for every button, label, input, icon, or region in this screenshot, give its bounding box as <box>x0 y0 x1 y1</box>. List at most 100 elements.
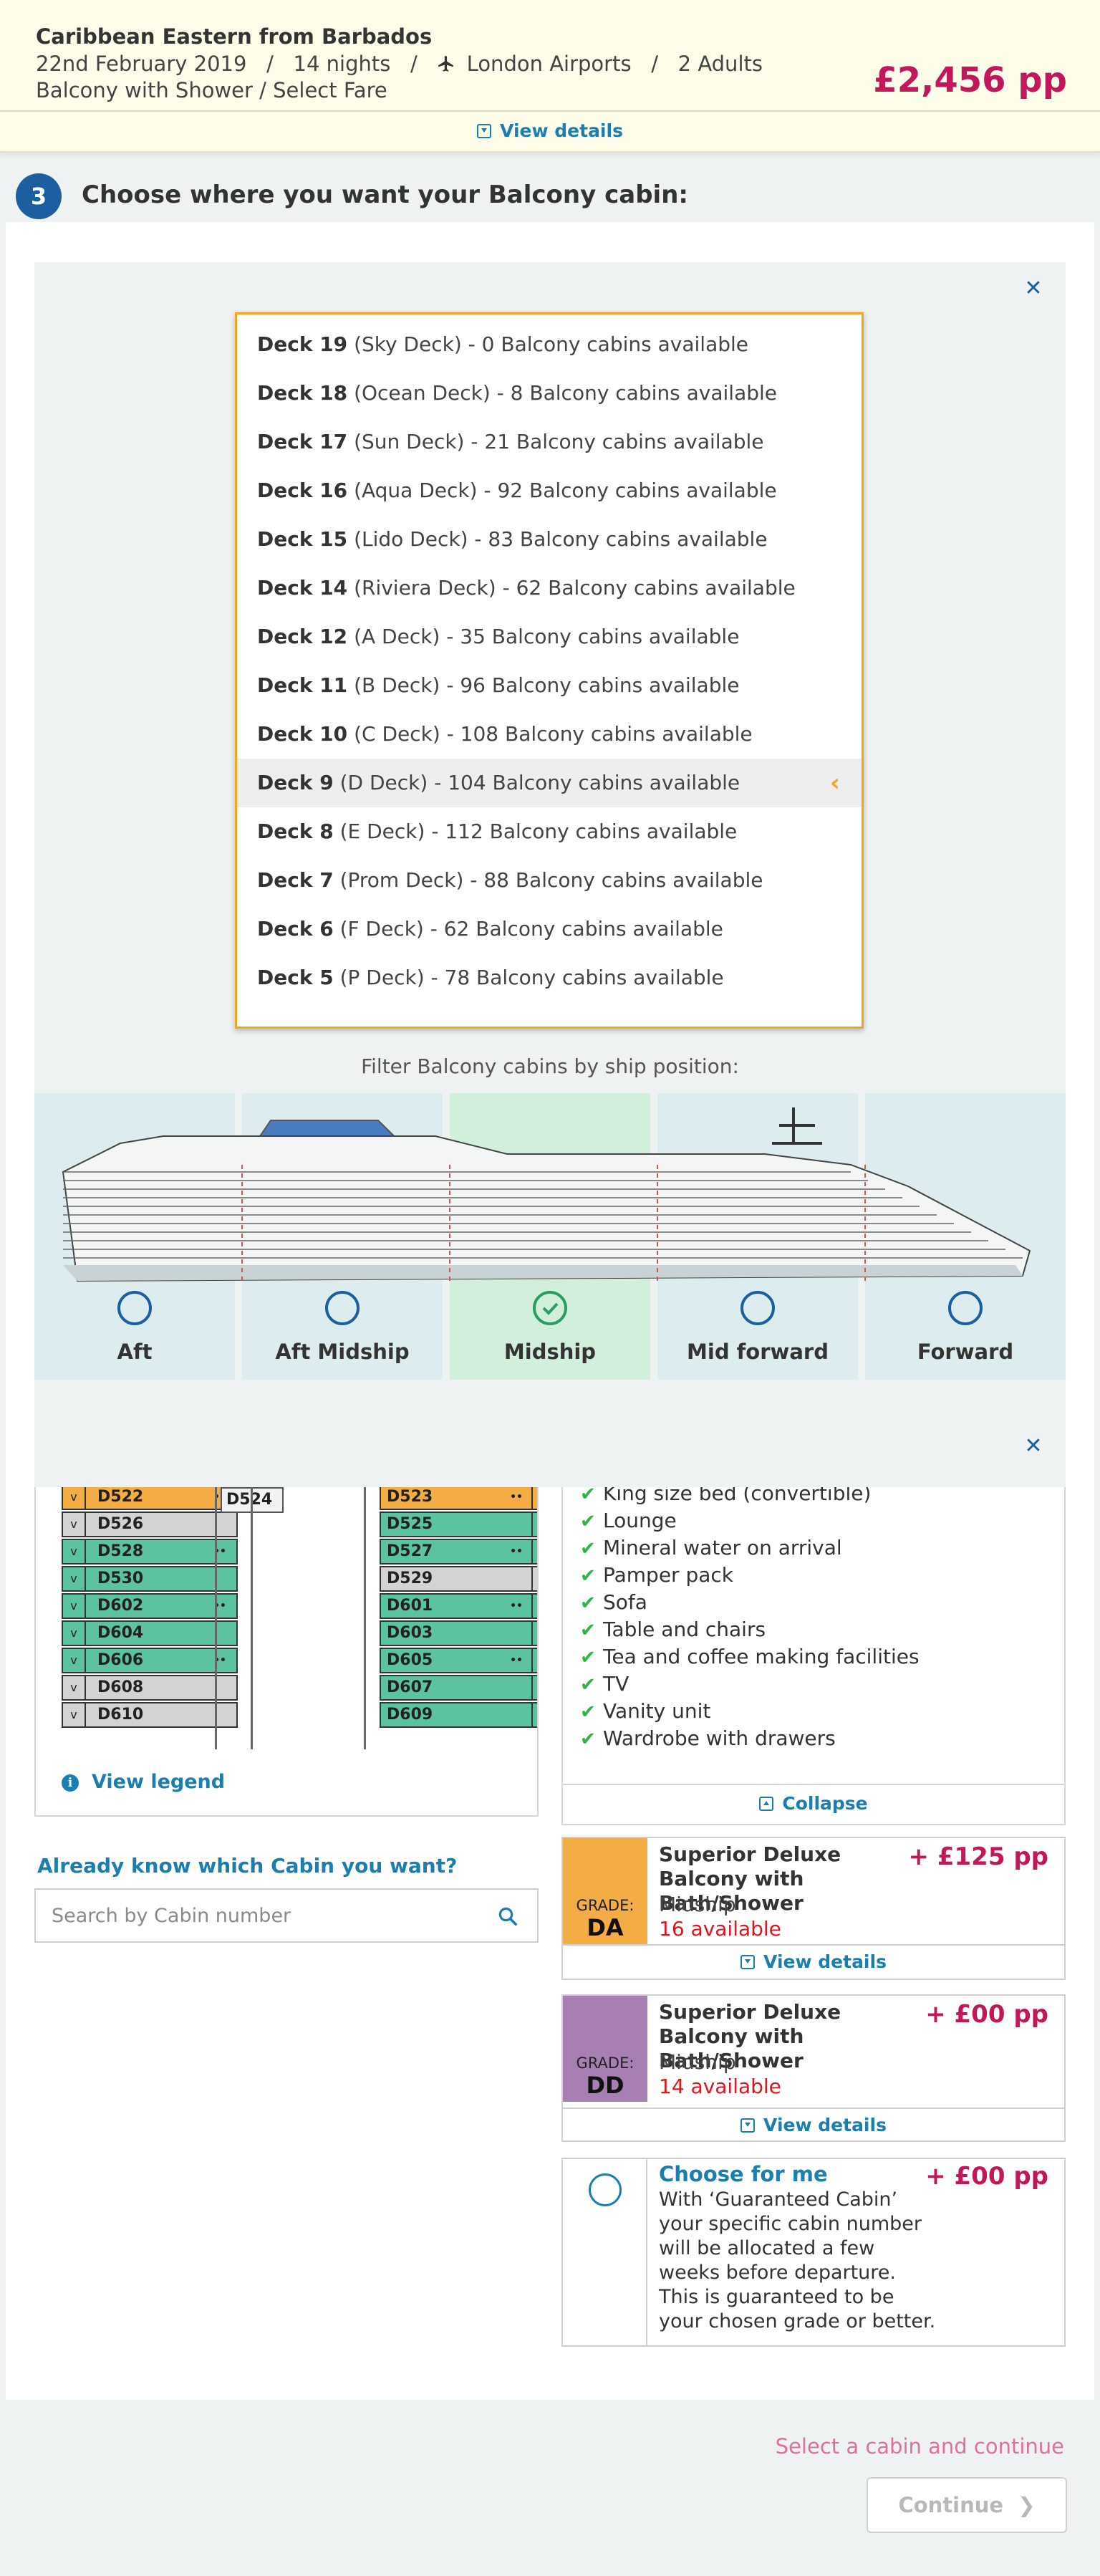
deck-number: Deck 12 <box>257 625 348 648</box>
deck-option[interactable]: Deck 15 (Lido Deck) - 83 Balcony cabins … <box>237 515 862 564</box>
cabin-d607[interactable]: v D607 <box>380 1675 537 1701</box>
deck-option[interactable]: Deck 19 (Sky Deck) - 0 Balcony cabins av… <box>237 320 862 369</box>
view-legend-link[interactable]: i View legend <box>62 1771 225 1793</box>
deck-option[interactable]: Deck 18 (Ocean Deck) - 8 Balcony cabins … <box>237 369 862 418</box>
feature-item: ✔ Vanity unit <box>580 1698 925 1725</box>
grade-details-label: View details <box>763 2115 887 2135</box>
grade-price: + £125 pp <box>908 1842 1048 1871</box>
cabin-number: D530 <box>97 1570 144 1587</box>
cabin-d610[interactable]: v D610 <box>62 1702 238 1728</box>
cabin-d609[interactable]: v D609 <box>380 1702 537 1728</box>
check-icon: ✔ <box>580 1729 596 1750</box>
cabin-view-marker: v <box>531 1703 537 1726</box>
feature-label: Wardrobe with drawers <box>603 1726 836 1750</box>
cabin-berth-icon: •• <box>510 1546 523 1557</box>
cabin-d603[interactable]: v D603 <box>380 1620 537 1646</box>
deck-plan-map[interactable]: vD518vD522••vD526vD528••vD530vD602••vD60… <box>36 1470 537 1756</box>
deck-option[interactable]: Deck 5 (P Deck) - 78 Balcony cabins avai… <box>237 953 862 1002</box>
cabin-d522[interactable]: vD522•• <box>62 1484 238 1510</box>
grade-label: GRADE: <box>576 1897 635 1914</box>
close-icon[interactable]: ✕ <box>1021 1434 1046 1458</box>
close-icon[interactable]: ✕ <box>1021 277 1046 301</box>
grade-card-dd[interactable]: GRADE: DD Superior Deluxe Balcony with B… <box>561 1994 1066 2142</box>
deck-option[interactable]: Deck 10 (C Deck) - 108 Balcony cabins av… <box>237 710 862 759</box>
grade-details-label: View details <box>763 1951 887 1972</box>
cabin-number: D529 <box>387 1570 433 1587</box>
corridor-wall <box>215 1484 217 1749</box>
deck-availability: (Riviera Deck) - 62 Balcony cabins avail… <box>347 576 796 600</box>
meta-separator: / <box>397 52 431 76</box>
deck-option[interactable]: Deck 16 (Aqua Deck) - 92 Balcony cabins … <box>237 466 862 515</box>
cabin-view-marker: v <box>63 1540 86 1563</box>
deck-number: Deck 5 <box>257 966 334 989</box>
cabin-view-marker: v <box>531 1676 537 1699</box>
cabin-view-marker: v <box>531 1513 537 1536</box>
feature-label: Vanity unit <box>603 1699 711 1723</box>
search-icon[interactable] <box>497 1905 518 1927</box>
check-icon: ✔ <box>580 1674 596 1696</box>
deck-number: Deck 9 <box>257 771 334 794</box>
deck-option[interactable]: Deck 17 (Sun Deck) - 21 Balcony cabins a… <box>237 418 862 466</box>
deck-option[interactable]: Deck 6 (F Deck) - 62 Balcony cabins avai… <box>237 905 862 953</box>
cabin-d530[interactable]: v D530 <box>62 1566 238 1592</box>
feature-label: Pamper pack <box>603 1563 734 1587</box>
cabin-d602[interactable]: v D602 •• <box>62 1593 238 1619</box>
cabin-d523[interactable]: v D523 •• <box>380 1484 537 1510</box>
view-details-link[interactable]: View details <box>0 113 1100 149</box>
cabin-view-marker: v <box>531 1486 537 1509</box>
grade-code: DA <box>587 1914 624 1941</box>
grade-view-details-link[interactable]: View details <box>563 2109 1064 2142</box>
cabin-search-input[interactable] <box>36 1890 480 1941</box>
choose-for-me-description: With ‘Guaranteed Cabin’ your specific ca… <box>659 2188 936 2332</box>
cabin-d529[interactable]: v D529 <box>380 1566 537 1592</box>
deck-option[interactable]: Deck 12 (A Deck) - 35 Balcony cabins ava… <box>237 612 862 661</box>
deck-option[interactable]: Deck 11 (B Deck) - 96 Balcony cabins ava… <box>237 661 862 710</box>
cabin-number: D604 <box>97 1624 144 1642</box>
deck-number: Deck 19 <box>257 332 348 356</box>
deck-option[interactable]: Deck 14 (Riviera Deck) - 62 Balcony cabi… <box>237 564 862 612</box>
info-icon: i <box>62 1774 79 1792</box>
cabin-d528[interactable]: v D528 •• <box>62 1539 238 1565</box>
collapse-link[interactable]: Collapse <box>563 1784 1064 1824</box>
trip-meta: 22nd February 2019 / 14 nights / London … <box>36 52 763 76</box>
cabin-number: D610 <box>97 1706 144 1724</box>
deck-availability: (Ocean Deck) - 8 Balcony cabins availabl… <box>347 381 778 405</box>
cabin-number: D527 <box>387 1542 433 1560</box>
meta-separator: / <box>253 52 287 76</box>
deck-availability: (Prom Deck) - 88 Balcony cabins availabl… <box>333 868 763 892</box>
position-label: Midship <box>503 1340 597 1364</box>
grade-view-details-link[interactable]: View details <box>563 1946 1064 1979</box>
choose-for-me-card[interactable]: Choose for me With ‘Guaranteed Cabin’ yo… <box>561 2158 1066 2347</box>
check-icon: ✔ <box>580 1511 596 1532</box>
cabin-number: D528 <box>97 1542 144 1560</box>
check-icon: ✔ <box>580 1620 596 1641</box>
cabin-d608[interactable]: v D608 <box>62 1675 238 1701</box>
cabin-view-marker: v <box>63 1513 86 1536</box>
cabin-d526[interactable]: v D526 <box>62 1512 238 1537</box>
cabin-number: D525 <box>387 1515 433 1533</box>
grade-card-da[interactable]: GRADE: DA Superior Deluxe Balcony with B… <box>561 1837 1066 1980</box>
cabin-d527[interactable]: v D527 •• <box>380 1539 537 1565</box>
cabin-d604[interactable]: v D604 <box>62 1620 238 1646</box>
cabin-d605[interactable]: v D605 •• <box>380 1648 537 1673</box>
deck-plan: vD518vD522••vD526vD528••vD530vD602••vD60… <box>34 1469 539 1817</box>
cabin-view-marker: v <box>63 1595 86 1618</box>
cabin-view-marker: v <box>531 1649 537 1672</box>
cabin-d601[interactable]: v D601 •• <box>380 1593 537 1619</box>
deck-option[interactable]: Deck 7 (Prom Deck) - 88 Balcony cabins a… <box>237 856 862 905</box>
grade-badge: GRADE: DA <box>563 1838 647 1944</box>
expand-icon <box>740 1955 756 1969</box>
step-number: 3 <box>16 173 62 219</box>
cabin-d525[interactable]: v D525 <box>380 1512 537 1537</box>
cabin-search-box <box>34 1888 539 1943</box>
continue-button[interactable]: Continue ❯ <box>867 2477 1067 2533</box>
feature-item: ✔ Tea and coffee making facilities <box>580 1643 925 1671</box>
deck-option[interactable]: Deck 9 (D Deck) - 104 Balcony cabins ava… <box>237 759 862 807</box>
meta-separator: / <box>637 52 672 76</box>
cabin-d606[interactable]: v D606 •• <box>62 1648 238 1673</box>
deck-availability: (C Deck) - 108 Balcony cabins available <box>347 722 753 746</box>
cabin-view-marker: v <box>63 1486 86 1509</box>
choose-for-me-radio[interactable] <box>589 2173 622 2206</box>
check-icon: ✔ <box>580 1647 596 1668</box>
deck-option[interactable]: Deck 8 (E Deck) - 112 Balcony cabins ava… <box>237 807 862 856</box>
